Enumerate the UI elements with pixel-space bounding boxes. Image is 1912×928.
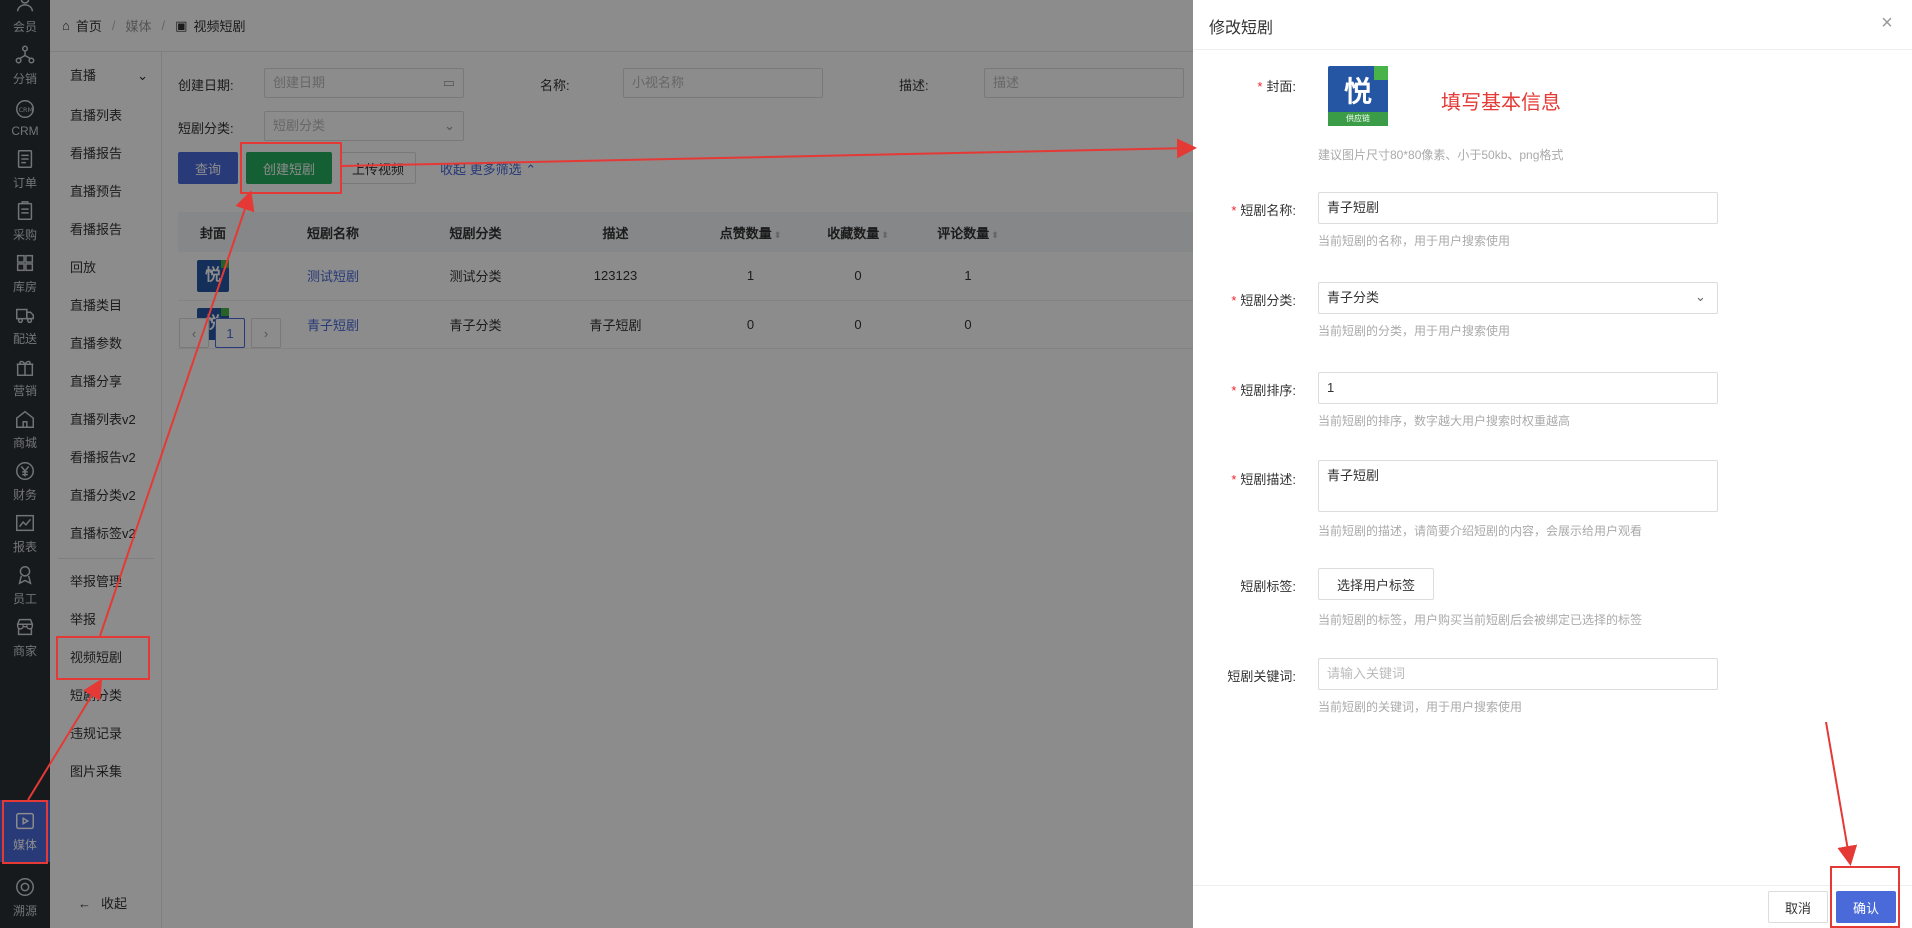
modal-mask[interactable] xyxy=(0,0,1193,928)
annotation-box-create xyxy=(240,142,342,194)
name-help: 当前短剧的名称，用于用户搜索使用 xyxy=(1318,234,1511,248)
drama-sort-input[interactable]: 1 xyxy=(1318,372,1718,404)
cancel-button[interactable]: 取消 xyxy=(1768,891,1828,923)
required-mark: * xyxy=(1231,472,1237,487)
cover-corner-badge xyxy=(1374,66,1388,80)
tag-help: 当前短剧的标签，用户购买当前短剧后会被绑定已选择的标签 xyxy=(1318,613,1643,627)
required-mark: * xyxy=(1257,79,1263,94)
cover-label-text: 封面: xyxy=(1266,79,1296,94)
annotation-box-video-drama xyxy=(56,636,150,680)
drawer-header: 修改短剧 × xyxy=(1193,0,1912,50)
keyword-help: 当前短剧的关键词，用于用户搜索使用 xyxy=(1318,700,1523,714)
drama-name-input[interactable]: 青子短剧 xyxy=(1318,192,1718,224)
required-mark: * xyxy=(1231,203,1237,218)
sort-field-label: * 短剧排序: xyxy=(1196,380,1296,399)
sort-help: 当前短剧的排序，数字越大用户搜索时权重越高 xyxy=(1318,414,1571,428)
cover-label: * 封面: xyxy=(1196,76,1296,95)
cover-image[interactable]: 悦 供应链 xyxy=(1328,66,1388,126)
keyword-input[interactable]: 请输入关键词 xyxy=(1318,658,1718,690)
annotation-box-media xyxy=(2,800,48,864)
required-mark: * xyxy=(1231,293,1237,308)
desc-help: 当前短剧的描述，请简要介绍短剧的内容，会展示给用户观看 xyxy=(1318,524,1643,538)
name-field-label: * 短剧名称: xyxy=(1196,200,1296,219)
drama-category-select[interactable]: 青子分类 ⌄ xyxy=(1318,282,1718,314)
chevron-down-icon: ⌄ xyxy=(1695,289,1706,304)
category-selected-value: 青子分类 xyxy=(1327,290,1380,305)
sort-field-label-text: 短剧排序: xyxy=(1240,383,1296,398)
close-icon[interactable]: × xyxy=(1876,12,1898,34)
cover-logo-char: 悦 xyxy=(1343,76,1372,107)
cover-help: 建议图片尺寸80*80像素、小于50kb、png格式 xyxy=(1318,148,1564,162)
name-field-label-text: 短剧名称: xyxy=(1240,203,1296,218)
tag-field-label: 短剧标签: xyxy=(1240,579,1296,594)
annotation-box-confirm xyxy=(1830,866,1900,928)
annotation-fill-basic-info: 填写基本信息 xyxy=(1441,92,1561,114)
desc-field-label: * 短剧描述: xyxy=(1196,469,1296,488)
category-field-label: * 短剧分类: xyxy=(1196,290,1296,309)
drama-desc-textarea[interactable]: 青子短剧 xyxy=(1318,460,1718,512)
select-user-tag-button[interactable]: 选择用户标签 xyxy=(1318,568,1434,600)
desc-field-label-text: 短剧描述: xyxy=(1240,472,1296,487)
cover-band-text: 供应链 xyxy=(1328,112,1388,126)
keyword-field-label: 短剧关键词: xyxy=(1227,669,1296,684)
drawer-title: 修改短剧 xyxy=(1209,20,1274,37)
required-mark: * xyxy=(1231,383,1237,398)
category-field-label-text: 短剧分类: xyxy=(1240,293,1296,308)
category-help: 当前短剧的分类，用于用户搜索使用 xyxy=(1318,324,1511,338)
